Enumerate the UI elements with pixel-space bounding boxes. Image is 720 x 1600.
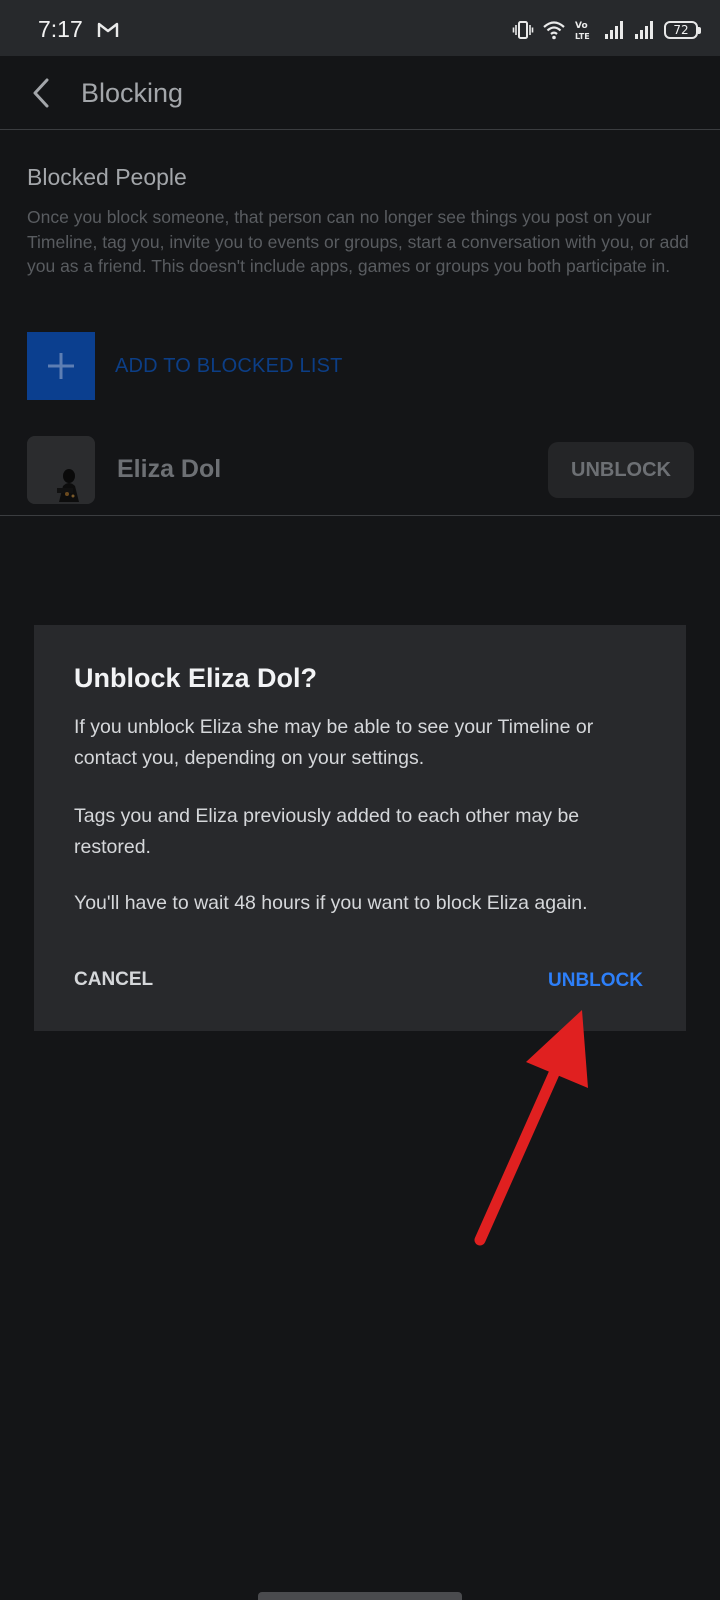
dialog-paragraph: If you unblock Eliza she may be able to … (74, 716, 594, 769)
dialog-paragraph: Tags you and Eliza previously added to e… (74, 805, 580, 858)
signal-icon (635, 21, 653, 39)
page-title: Blocking (81, 78, 184, 108)
app-bar: Blocking (0, 56, 720, 130)
battery-level: 72 (673, 23, 689, 37)
add-to-blocked-list-button[interactable]: ADD TO BLOCKED LIST (27, 332, 367, 400)
confirm-unblock-button[interactable]: UNBLOCK (548, 966, 643, 996)
section-description: Once you block someone, that person can … (27, 207, 689, 276)
chevron-left-icon (33, 78, 49, 108)
battery-icon: 72 (664, 21, 701, 39)
unblock-dialog: Unblock Eliza Dol? If you unblock Eliza … (34, 625, 686, 1031)
status-bar: 7:17 Vo LTE 72 (0, 0, 720, 56)
dialog-paragraph: You'll have to wait 48 hours if you want… (74, 892, 588, 914)
avatar-image (27, 436, 95, 504)
add-icon-box (27, 332, 95, 400)
vibrate-icon (512, 21, 534, 39)
row-unblock-button[interactable]: UNBLOCK (548, 442, 694, 498)
cancel-button[interactable]: CANCEL (74, 965, 153, 995)
plus-icon (48, 353, 74, 379)
blocked-person-name: Eliza Dol (117, 455, 222, 483)
dialog-title: Unblock Eliza Dol? (74, 663, 318, 693)
signal-icon (605, 21, 623, 39)
volte-top-text: Vo (575, 21, 588, 31)
status-time: 7:17 (38, 16, 83, 42)
volte-bottom-text: LTE (575, 32, 590, 41)
annotation-arrow-icon (474, 1010, 588, 1246)
volte-icon: Vo LTE (575, 21, 590, 41)
list-item: Eliza Dol UNBLOCK (0, 436, 720, 516)
gmail-icon (97, 22, 119, 37)
home-indicator (258, 1592, 462, 1600)
wifi-icon (543, 21, 565, 40)
section-title: Blocked People (27, 164, 187, 190)
back-button[interactable] (20, 72, 62, 114)
add-to-blocked-list-label: ADD TO BLOCKED LIST (115, 354, 343, 377)
status-icons: Vo LTE 72 (512, 18, 701, 42)
avatar[interactable] (27, 436, 95, 504)
